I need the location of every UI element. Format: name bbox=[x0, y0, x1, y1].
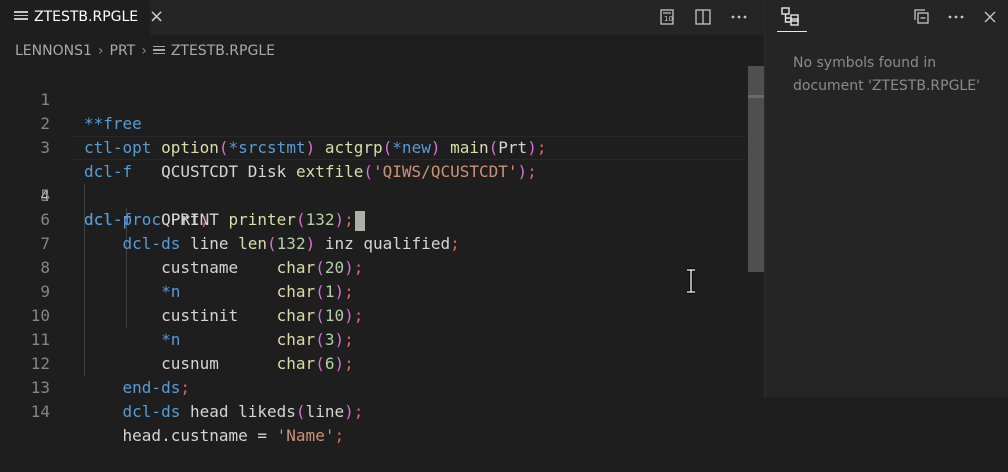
more-actions-icon[interactable] bbox=[728, 6, 750, 28]
open-preview-icon[interactable]: 10 bbox=[656, 6, 678, 28]
file-lines-icon bbox=[152, 45, 165, 57]
current-line-highlight bbox=[74, 136, 764, 160]
code-line: 8 *n char(1); bbox=[0, 232, 764, 301]
tab-close-icon[interactable]: × bbox=[149, 7, 164, 27]
outline-icon[interactable] bbox=[779, 5, 803, 29]
editor-pane: ZTESTB.RPGLE × 10 LENNONS1 › PRT › ZTEST… bbox=[0, 0, 764, 445]
code-line: 3 dcl-f QCUSTCDT Disk extfile('QIWS/QCUS… bbox=[0, 112, 764, 181]
line-text: head.custname = 'Name'; bbox=[84, 426, 345, 445]
tab-label: ZTESTB.RPGLE bbox=[34, 9, 139, 25]
outline-panel: No symbols found in document 'ZTESTB.RPG… bbox=[764, 0, 1008, 397]
outline-actions bbox=[911, 6, 1001, 28]
code-line: 13 dcl-ds head likeds(line); bbox=[0, 352, 764, 421]
collapse-all-icon[interactable] bbox=[911, 6, 933, 28]
breadcrumb: LENNONS1 › PRT › ZTESTB.RPGLE bbox=[15, 43, 275, 59]
code-line: 10 *n char(3); bbox=[0, 280, 764, 349]
close-icon[interactable] bbox=[979, 6, 1001, 28]
code-area[interactable]: 1 **free 2 ctl-opt option(*srcstmt) actg… bbox=[0, 64, 764, 445]
svg-text:10: 10 bbox=[664, 15, 673, 23]
outline-empty-message: No symbols found in document 'ZTESTB.RPG… bbox=[793, 55, 980, 94]
code-line: 2 ctl-opt option(*srcstmt) actgrp(*new) … bbox=[0, 88, 764, 157]
code-line-current: 4 dcl-f QPRINT printer(132); bbox=[0, 136, 764, 231]
breadcrumb-item-file[interactable]: ZTESTB.RPGLE bbox=[171, 43, 275, 59]
code-line: 5 dcl-proc Prt; bbox=[0, 160, 764, 229]
code-line: 6 dcl-ds line len(132) inz qualified; bbox=[0, 184, 764, 253]
code-line: 14 head.custname = 'Name'; bbox=[0, 376, 764, 445]
chevron-right-icon: › bbox=[141, 43, 147, 59]
more-actions-icon[interactable] bbox=[945, 6, 967, 28]
code-line: 11 cusnum char(6); bbox=[0, 304, 764, 373]
split-editor-icon[interactable] bbox=[692, 6, 714, 28]
outline-header bbox=[765, 0, 1008, 35]
line-text: dcl-ds head likeds(line); bbox=[122, 402, 364, 421]
code-line: 9 custinit char(10); bbox=[0, 256, 764, 325]
breadcrumb-item-prt[interactable]: PRT bbox=[110, 43, 136, 59]
code-line: 1 **free bbox=[0, 64, 764, 133]
active-view-indicator bbox=[777, 31, 807, 32]
ibeam-cursor-icon bbox=[684, 268, 698, 294]
code-line: 12 end-ds; bbox=[0, 328, 764, 397]
editor-actions: 10 bbox=[656, 6, 750, 28]
file-lines-icon bbox=[14, 11, 28, 23]
tab-bar: ZTESTB.RPGLE × 10 bbox=[0, 0, 764, 35]
tab-ztestb-rpgle[interactable]: ZTESTB.RPGLE bbox=[0, 0, 150, 35]
line-number: 14 bbox=[30, 402, 50, 421]
code-line: 7 custname char(20); bbox=[0, 208, 764, 277]
breadcrumb-item-lennons1[interactable]: LENNONS1 bbox=[15, 43, 92, 59]
scrollbar-cursor-marker bbox=[748, 95, 764, 98]
chevron-right-icon: › bbox=[97, 43, 104, 59]
